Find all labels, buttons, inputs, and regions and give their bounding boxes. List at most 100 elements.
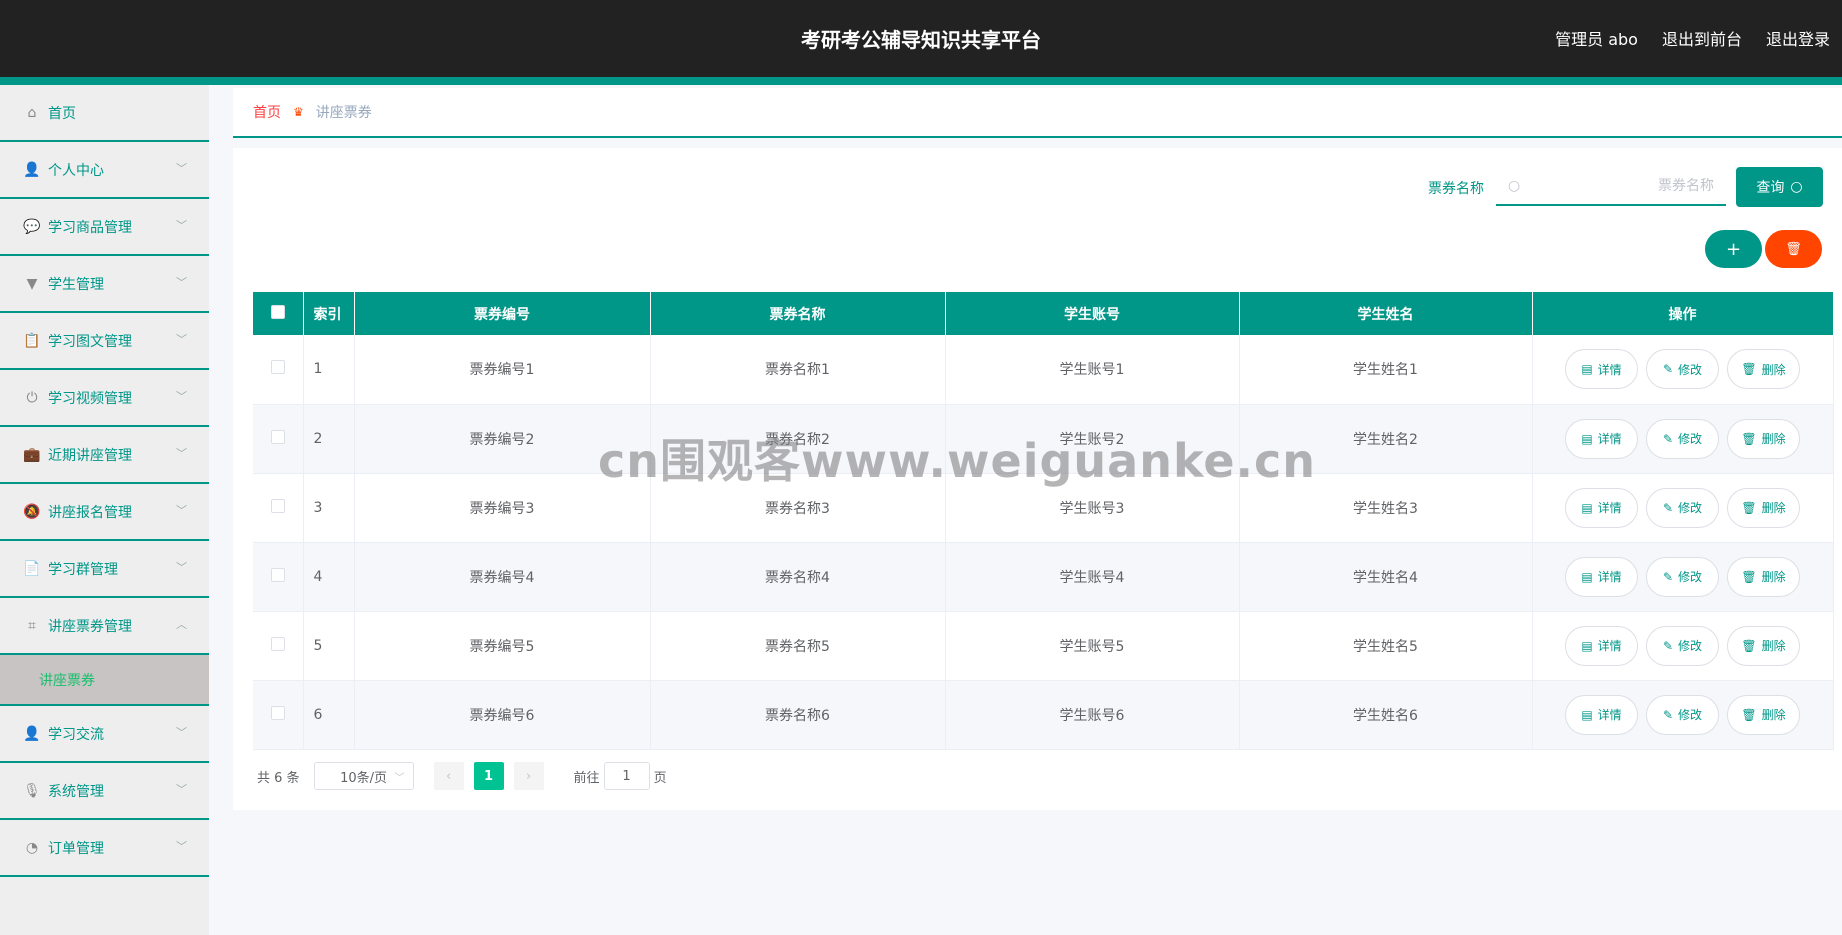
sidebar-item[interactable]: 🎙 系统管理 ﹀ (0, 763, 209, 820)
user-icon: 👤 (23, 161, 41, 178)
edit-button[interactable]: ✎ 修改 (1646, 418, 1719, 459)
sidebar-item[interactable]: 🔕 讲座报名管理 ﹀ (0, 484, 209, 541)
trash-icon: 🗑 (1741, 638, 1757, 653)
edit-button[interactable]: ✎ 修改 (1646, 556, 1719, 597)
cell-ticket-code: 票券编号1 (354, 335, 651, 405)
edit-label: 修改 (1678, 432, 1703, 446)
prev-page-button[interactable]: ‹ (433, 762, 464, 790)
sidebar-subitem[interactable]: 讲座票券 (0, 655, 209, 706)
cell-index: 5 (303, 611, 355, 681)
column-header: 操作 (1532, 292, 1834, 335)
delete-button[interactable]: 🗑 删除 (1727, 694, 1800, 735)
detail-button[interactable]: ▤ 详情 (1565, 694, 1638, 735)
detail-button[interactable]: ▤ 详情 (1565, 556, 1638, 597)
sidebar-item[interactable]: ⏻ 学习视频管理 ﹀ (0, 370, 209, 427)
sidebar-item[interactable]: 📋 学习图文管理 ﹀ (0, 313, 209, 370)
sidebar-item[interactable]: ◔ 订单管理 ﹀ (0, 820, 209, 877)
delete-button[interactable]: 🗑 删除 (1727, 418, 1800, 459)
sidebar-item[interactable]: 👤 学习交流 ﹀ (0, 706, 209, 763)
detail-label: 详情 (1597, 362, 1622, 377)
row-checkbox[interactable] (270, 360, 285, 375)
exit-to-front-link[interactable]: 退出到前台 (1662, 26, 1742, 50)
sidebar-item[interactable]: 📄 学习群管理 ﹀ (0, 541, 209, 598)
delete-button[interactable]: 🗑 删除 (1727, 556, 1800, 597)
chat-icon: 💬 (23, 218, 41, 235)
cell-ticket-name: 票券名称4 (650, 542, 946, 612)
cell-ticket-name: 票券名称5 (650, 611, 946, 681)
sidebar-item[interactable]: 💼 近期讲座管理 ﹀ (0, 427, 209, 484)
sidebar-item-label: 学习群管理 (48, 561, 118, 578)
sidebar-item[interactable]: 👤 个人中心 ﹀ (0, 142, 209, 199)
sidebar-item[interactable]: 💬 学习商品管理 ﹀ (0, 199, 209, 256)
sidebar-item-label: 讲座票券管理 (48, 618, 132, 635)
chevron-down-icon: ﹀ (394, 772, 405, 784)
edit-button[interactable]: ✎ 修改 (1646, 694, 1719, 735)
detail-button[interactable]: ▤ 详情 (1565, 487, 1638, 528)
row-checkbox[interactable] (270, 705, 285, 720)
cell-student-account: 学生账号1 (945, 335, 1240, 405)
search-input[interactable] (1520, 178, 1714, 194)
pencil-icon: ✎ (1662, 707, 1674, 722)
cell-ticket-code: 票券编号6 (354, 680, 651, 750)
select-all-cell (253, 292, 304, 335)
add-button[interactable]: + (1705, 230, 1762, 268)
cell-actions: ▤ 详情 ✎ 修改 🗑 删除 (1532, 473, 1834, 543)
edit-label: 修改 (1678, 501, 1703, 515)
logout-link[interactable]: 退出登录 (1766, 26, 1830, 50)
chevron-down-icon: ﹀ (176, 219, 187, 232)
breadcrumb-home[interactable]: 首页 (253, 102, 281, 122)
pencil-icon: ✎ (1662, 500, 1674, 515)
delete-button[interactable]: 🗑 删除 (1727, 349, 1800, 390)
row-select-cell (253, 611, 304, 681)
sidebar-item[interactable]: ⌂ 首页 (0, 85, 209, 142)
edit-label: 修改 (1678, 570, 1703, 584)
delete-button[interactable]: 🗑 删除 (1727, 625, 1800, 666)
batch-delete-button[interactable]: 🗑 (1765, 230, 1822, 268)
row-checkbox[interactable] (270, 567, 285, 582)
cell-student-name: 学生姓名2 (1239, 404, 1533, 474)
detail-button[interactable]: ▤ 详情 (1565, 625, 1638, 666)
briefcase-icon: 💼 (23, 446, 41, 463)
goto-page-input[interactable] (603, 762, 650, 790)
trash-icon: 🗑 (1741, 569, 1757, 584)
detail-label: 详情 (1597, 639, 1622, 653)
chevron-down-icon: ﹀ (176, 561, 187, 574)
top-header: 考研考公辅导知识共享平台 管理员 abo 退出到前台 退出登录 (0, 0, 1842, 85)
sidebar: ⌂ 首页 👤 个人中心 ﹀ 💬 学习商品管理 ﹀ ▼ 学生管理 ﹀ 📋 学习图文管理 ﹀ ⏻ 学习视频管理 ﹀ 💼… (0, 85, 209, 935)
row-select-cell (253, 542, 304, 612)
detail-button[interactable]: ▤ 详情 (1565, 418, 1638, 459)
row-checkbox[interactable] (270, 498, 285, 513)
row-select-cell (253, 473, 304, 543)
cell-student-account: 学生账号3 (945, 473, 1240, 543)
column-header: 票券编号 (354, 292, 651, 335)
query-button[interactable]: 查询 ○ (1736, 167, 1823, 207)
document-icon: 📄 (23, 560, 41, 577)
detail-button[interactable]: ▤ 详情 (1565, 349, 1638, 390)
edit-label: 修改 (1678, 639, 1703, 653)
sidebar-item-label: 首页 (48, 105, 76, 122)
row-checkbox[interactable] (270, 429, 285, 444)
query-label: 查询 (1756, 180, 1785, 196)
next-page-button[interactable]: › (513, 762, 544, 790)
chevron-down-icon: ﹀ (176, 783, 187, 796)
edit-button[interactable]: ✎ 修改 (1646, 625, 1719, 666)
delete-button[interactable]: 🗑 删除 (1727, 487, 1800, 528)
sidebar-item-label: 学习商品管理 (48, 219, 132, 236)
cell-ticket-name: 票券名称1 (650, 335, 946, 405)
sidebar-item[interactable]: ⌗ 讲座票券管理 ︿ (0, 598, 209, 655)
sidebar-item-label: 学生管理 (48, 276, 104, 293)
edit-label: 修改 (1678, 708, 1703, 722)
cell-student-account: 学生账号6 (945, 680, 1240, 750)
sidebar-item[interactable]: ▼ 学生管理 ﹀ (0, 256, 209, 313)
cell-ticket-name: 票券名称6 (650, 680, 946, 750)
current-user: 管理员 abo (1555, 30, 1638, 49)
edit-button[interactable]: ✎ 修改 (1646, 349, 1719, 390)
select-all-checkbox[interactable] (270, 304, 285, 319)
row-checkbox[interactable] (270, 636, 285, 651)
page-size-select[interactable]: 10条/页 ﹀ (313, 762, 414, 790)
page-1[interactable]: 1 (473, 762, 504, 790)
edit-button[interactable]: ✎ 修改 (1646, 487, 1719, 528)
chevron-right-icon: › (525, 768, 532, 784)
row-select-cell (253, 335, 304, 405)
cell-index: 4 (303, 542, 355, 612)
